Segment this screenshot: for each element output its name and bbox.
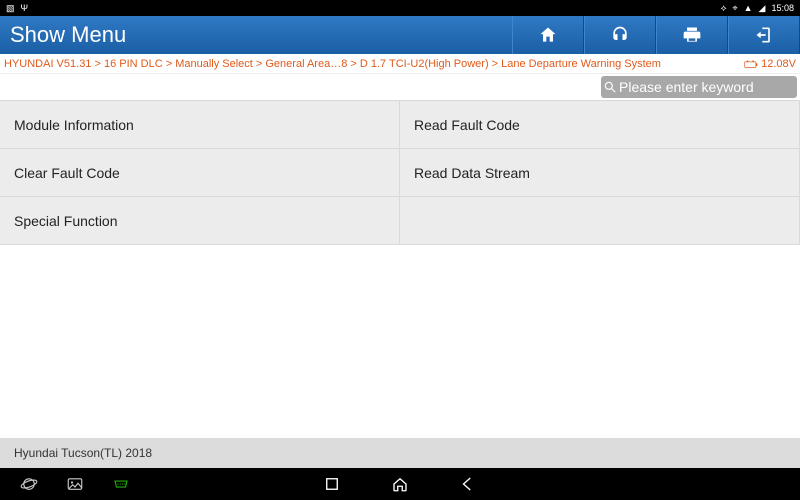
menu-module-information[interactable]: Module Information [0, 101, 400, 149]
menu-read-fault-code[interactable]: Read Fault Code [400, 101, 800, 149]
menu-special-function[interactable]: Special Function [0, 197, 400, 245]
breadcrumb-row: HYUNDAI V51.31 > 16 PIN DLC > Manually S… [0, 54, 800, 74]
obd-icon [112, 475, 130, 493]
menu-empty-cell [400, 197, 800, 245]
nav-back-button[interactable] [459, 475, 477, 493]
vehicle-label: Hyundai Tucson(TL) 2018 [14, 446, 152, 460]
search-input[interactable]: Please enter keyword [601, 76, 797, 98]
android-status-bar: ▧ Ψ ⟡ ⌖ ▲ ◢ 15:08 [0, 0, 800, 16]
menu-grid: Module Information Read Fault Code Clear… [0, 100, 800, 245]
battery-icon [744, 59, 758, 69]
wifi-icon: ▲ [744, 3, 753, 13]
bluetooth-icon: ⟡ [721, 3, 727, 14]
square-icon [323, 475, 341, 493]
page-title: Show Menu [0, 22, 512, 48]
vehicle-info-bar: Hyundai Tucson(TL) 2018 [0, 438, 800, 468]
nav-gallery-button[interactable] [66, 475, 84, 493]
home-button[interactable] [512, 16, 584, 54]
app-title-bar: Show Menu [0, 16, 800, 54]
battery-icon: ◢ [759, 3, 766, 14]
breadcrumb: HYUNDAI V51.31 > 16 PIN DLC > Manually S… [4, 58, 661, 70]
print-button[interactable] [656, 16, 728, 54]
notif-image-icon: ▧ [6, 3, 15, 14]
exit-button[interactable] [728, 16, 800, 54]
planet-icon [20, 475, 38, 493]
back-icon [459, 475, 477, 493]
home-icon [538, 25, 558, 45]
exit-icon [754, 25, 774, 45]
support-button[interactable] [584, 16, 656, 54]
search-row: Please enter keyword [0, 74, 800, 100]
menu-read-data-stream[interactable]: Read Data Stream [400, 149, 800, 197]
clock: 15:08 [771, 3, 794, 13]
android-nav-bar [0, 468, 800, 500]
content-gap [0, 245, 800, 438]
nav-recent-button[interactable] [323, 475, 341, 493]
headset-icon [610, 25, 630, 45]
nav-browser-button[interactable] [20, 475, 38, 493]
search-placeholder: Please enter keyword [619, 79, 754, 95]
image-icon [66, 475, 84, 493]
nav-diag-button[interactable] [112, 475, 130, 493]
home-outline-icon [391, 475, 409, 493]
location-icon: ⌖ [733, 3, 738, 14]
notif-usb-icon: Ψ [21, 3, 29, 13]
nav-home-button[interactable] [391, 475, 409, 493]
menu-clear-fault-code[interactable]: Clear Fault Code [0, 149, 400, 197]
battery-voltage: 12.08V [744, 58, 796, 70]
search-icon [603, 80, 617, 94]
printer-icon [682, 25, 702, 45]
